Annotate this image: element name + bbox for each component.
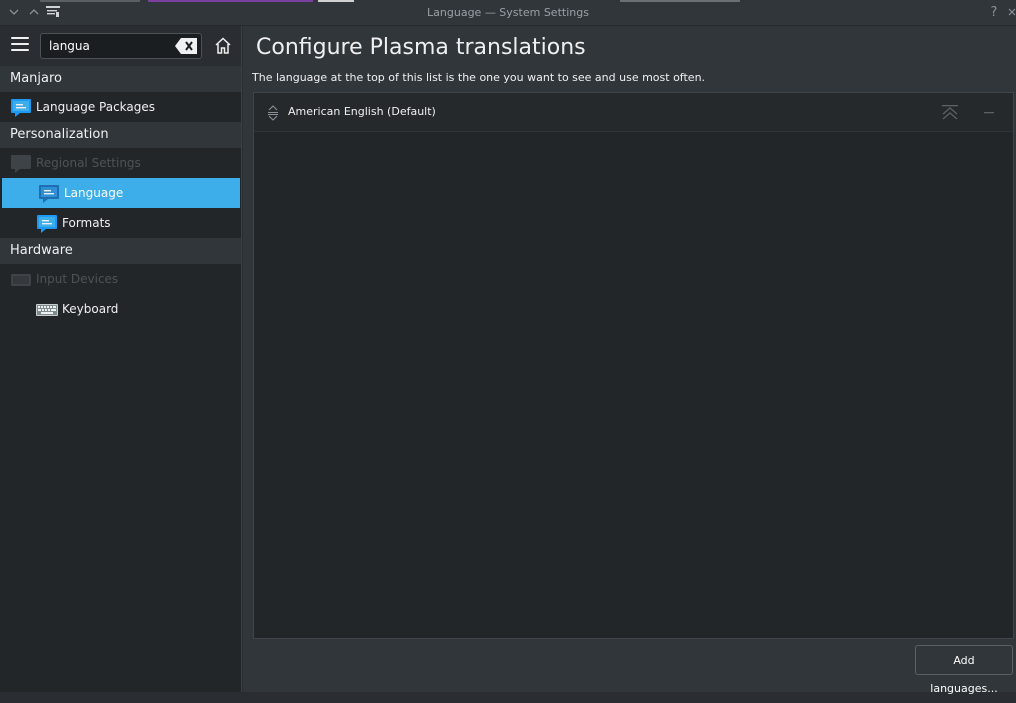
search-input[interactable] xyxy=(47,37,167,55)
search-field[interactable] xyxy=(40,33,202,59)
sidebar-item-language[interactable]: Language xyxy=(2,178,240,208)
sidebar-item-formats[interactable]: Formats xyxy=(0,208,241,238)
close-icon[interactable] xyxy=(1005,5,1016,19)
drag-handle-icon[interactable] xyxy=(267,105,279,121)
sidebar-item-input-devices: Input Devices xyxy=(0,264,241,294)
language-bubble-icon xyxy=(37,215,57,233)
sidebar-item-regional-settings: Regional Settings xyxy=(0,148,241,178)
sidebar-item-label: Formats xyxy=(62,216,111,230)
language-list: American English (Default) xyxy=(253,92,1014,639)
hamburger-menu-icon[interactable] xyxy=(11,37,29,53)
remove-icon[interactable] xyxy=(982,104,996,120)
language-bubble-icon xyxy=(39,185,59,203)
regional-settings-icon xyxy=(11,155,31,173)
list-item[interactable]: American English (Default) xyxy=(254,93,1013,132)
sidebar-item-label: Keyboard xyxy=(62,302,119,316)
sidebar-list: Manjaro Language Packages Personalizatio… xyxy=(0,66,241,324)
page-title: Configure Plasma translations xyxy=(256,35,586,60)
add-languages-button[interactable]: Add languages... xyxy=(915,645,1013,695)
group-header-manjaro: Manjaro xyxy=(0,66,241,92)
sidebar-item-label: Language xyxy=(64,186,124,200)
help-button[interactable]: ? xyxy=(987,5,1001,20)
page-description: The language at the top of this list is … xyxy=(252,71,706,84)
titlebar-strip xyxy=(318,0,354,2)
main-panel: Configure Plasma translations The langua… xyxy=(243,26,1016,695)
move-to-top-icon[interactable] xyxy=(941,104,959,120)
titlebar-strip xyxy=(148,0,313,2)
sidebar-item-keyboard[interactable]: Keyboard xyxy=(0,294,241,324)
clear-search-icon[interactable] xyxy=(175,38,197,54)
sidebar: Manjaro Language Packages Personalizatio… xyxy=(0,26,242,692)
window-title: Language — System Settings xyxy=(427,6,589,19)
group-header-personalization: Personalization xyxy=(0,122,241,148)
window-titlebar: Language — System Settings ? xyxy=(0,0,1016,26)
sidebar-item-language-packages[interactable]: Language Packages xyxy=(0,92,241,122)
sidebar-item-label: Regional Settings xyxy=(36,156,141,170)
input-devices-icon xyxy=(11,274,31,286)
titlebar-strip xyxy=(40,0,140,2)
sidebar-item-label: Language Packages xyxy=(36,100,156,114)
language-label: American English (Default) xyxy=(288,105,436,118)
titlebar-strip xyxy=(620,0,740,2)
sidebar-item-label: Input Devices xyxy=(36,272,119,286)
language-bubble-icon xyxy=(11,99,31,117)
home-icon[interactable] xyxy=(213,36,233,56)
group-header-hardware: Hardware xyxy=(0,238,241,264)
sidebar-toolbar xyxy=(0,26,241,66)
keyboard-icon xyxy=(36,304,58,316)
